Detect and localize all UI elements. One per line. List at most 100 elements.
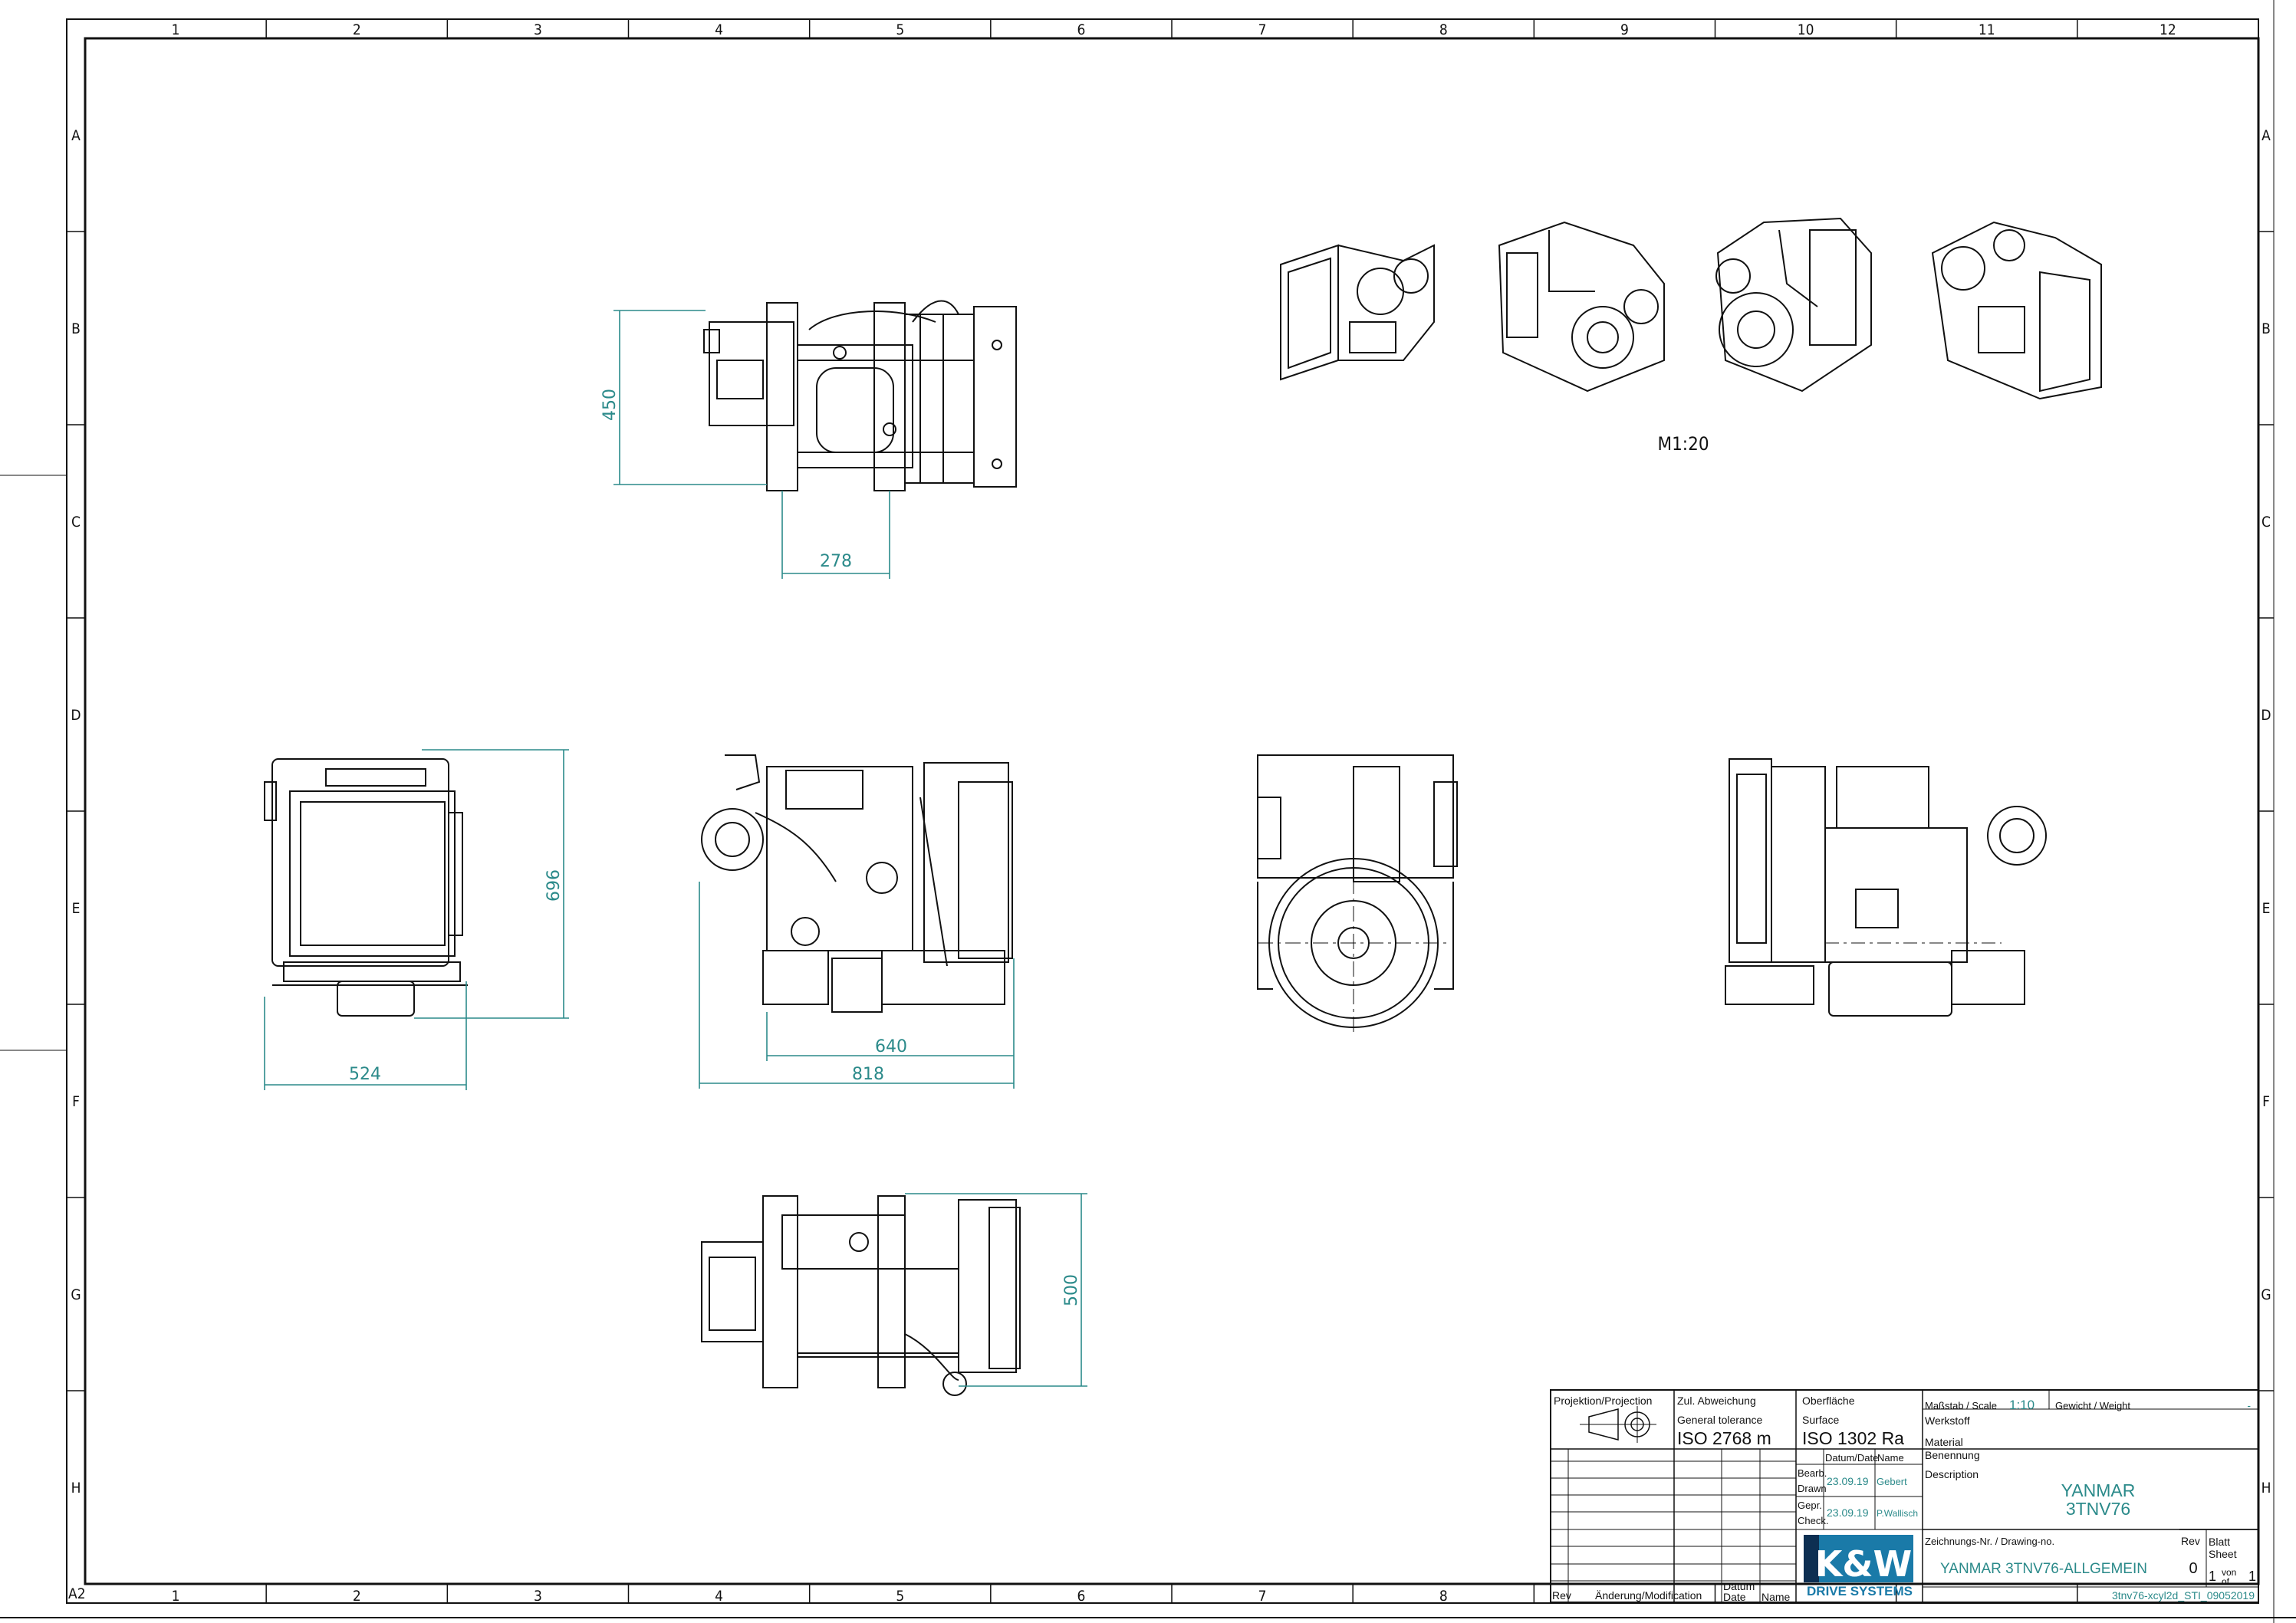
engine-front-view: [264, 758, 468, 1017]
modification-col-label: Änderung/Modification: [1595, 1589, 1702, 1602]
projection-symbol-icon: [1580, 1406, 1656, 1443]
column-label-bottom: 7: [1258, 1588, 1267, 1605]
column-label-top: 3: [534, 21, 542, 38]
row-label-left: E: [72, 900, 81, 917]
row-label-left: H: [71, 1480, 81, 1497]
row-label-right: A: [2261, 127, 2271, 144]
row-label-right: F: [2262, 1093, 2270, 1110]
column-label-top: 5: [896, 21, 904, 38]
column-label-bottom: 1: [172, 1588, 180, 1605]
drawn-label-en: Drawn: [1798, 1483, 1827, 1494]
row-label-right: C: [2261, 514, 2271, 531]
column-label-bottom: 5: [896, 1588, 904, 1605]
front-height-dim: 696: [544, 869, 564, 902]
sheet-total: 1: [2248, 1569, 2256, 1584]
projection-label: Projektion/Projection: [1554, 1395, 1652, 1407]
column-label-top: 12: [2159, 21, 2176, 38]
file-name: 3tnv76-xcyl2d_STI_09052019: [2112, 1589, 2255, 1602]
row-label-right: G: [2261, 1286, 2271, 1303]
isometric-view-3: [1715, 217, 1872, 393]
column-label-top: 2: [353, 21, 361, 38]
column-label-bottom: 3: [534, 1588, 542, 1605]
weight-value: -: [2247, 1399, 2251, 1411]
tolerance-label-en: General tolerance: [1677, 1414, 1763, 1426]
checked-label-en: Check.: [1798, 1515, 1828, 1526]
column-label-top: 4: [715, 21, 723, 38]
row-label-left: D: [71, 707, 81, 724]
checked-label-de: Gepr.: [1798, 1500, 1822, 1511]
front-width-dim: 524: [349, 1065, 381, 1084]
row-label-left: A: [71, 127, 81, 144]
weight-label: Gewicht / Weight: [2055, 1400, 2130, 1411]
column-label-bottom: 4: [715, 1588, 723, 1605]
side-overall-width-dim: 818: [852, 1065, 884, 1084]
description-line1: YANMAR: [2061, 1480, 2136, 1500]
column-label-bottom: 8: [1439, 1588, 1448, 1605]
engine-rear-view: [1257, 754, 1458, 1035]
column-label-top: 8: [1439, 21, 1448, 38]
row-label-left: F: [72, 1093, 80, 1110]
description-line2: 3TNV76: [2066, 1499, 2130, 1519]
zone-grid-ticks: [67, 19, 2274, 1603]
surface-label-de: Oberfläche: [1802, 1395, 1855, 1407]
checked-name: P.Wallisch: [1877, 1508, 1918, 1519]
sheet-label-en: Sheet: [2209, 1548, 2237, 1560]
kw-logo: K&W DRIVE SYSTEMS: [1804, 1535, 1913, 1598]
rev-label: Rev: [2181, 1535, 2200, 1547]
row-label-right: B: [2261, 320, 2271, 337]
description-label-en: Description: [1925, 1468, 1979, 1480]
row-labels-right: A B C D E F G H: [2261, 127, 2271, 1497]
drawing-number: YANMAR 3TNV76-ALLGEMEIN: [1940, 1561, 2147, 1577]
sheet-format-label: A2: [68, 1585, 86, 1602]
date-header: Datum/Date: [1825, 1452, 1878, 1464]
row-label-left: G: [71, 1286, 81, 1303]
top-width-dim: 278: [820, 552, 852, 571]
front-view-dimensions: 696 524: [264, 749, 569, 1090]
scale-value: 1:10: [2009, 1398, 2034, 1412]
drawn-label-de: Bearb.: [1798, 1467, 1827, 1479]
isometric-view-2: [1498, 221, 1665, 393]
kw-logo-subtitle: DRIVE SYSTEMS: [1807, 1584, 1913, 1598]
side-inner-width-dim: 640: [875, 1037, 907, 1056]
drawn-name: Gebert: [1877, 1476, 1907, 1487]
sheet-label-de: Blatt: [2209, 1536, 2230, 1548]
sheet-current: 1: [2209, 1569, 2216, 1584]
row-label-right: E: [2262, 900, 2271, 917]
tolerance-value: ISO 2768 m: [1677, 1428, 1771, 1448]
engine-side-view-right: [1725, 758, 2047, 1017]
row-label-left: B: [71, 320, 81, 337]
row-label-left: C: [71, 514, 81, 531]
engine-top-view: [703, 300, 1017, 491]
name-header: Name: [1877, 1452, 1904, 1464]
description-label-de: Benennung: [1925, 1449, 1980, 1461]
date-col-label-en: Date: [1723, 1591, 1746, 1603]
surface-label-en: Surface: [1802, 1414, 1839, 1426]
drawn-date: 23.09.19: [1827, 1475, 1869, 1487]
row-label-right: D: [2261, 707, 2271, 724]
scale-label: Maßstab / Scale: [1925, 1400, 1997, 1411]
top-height-dim: 450: [600, 389, 620, 421]
column-label-top: 6: [1077, 21, 1085, 38]
column-label-top: 11: [1979, 21, 1995, 38]
checked-date: 23.09.19: [1827, 1506, 1869, 1519]
outer-frame: [66, 18, 2259, 1604]
row-labels-left: A B C D E F G H: [71, 127, 81, 1497]
row-label-right: H: [2261, 1480, 2271, 1497]
rev-col-label: Rev: [1552, 1589, 1571, 1602]
column-label-bottom: 6: [1077, 1588, 1085, 1605]
kw-logo-text: K&W: [1815, 1543, 1913, 1585]
material-label-de: Werkstoff: [1925, 1414, 1970, 1427]
rev-value: 0: [2189, 1560, 2197, 1577]
column-label-top: 10: [1798, 21, 1814, 38]
column-labels-top: 1 2 3 4 5 6 7 8 9 10 11 12: [172, 21, 2176, 38]
isometric-view-1: [1280, 244, 1435, 381]
inner-frame: [84, 37, 2260, 1585]
column-label-top: 9: [1620, 21, 1629, 38]
engine-side-view-left: [701, 754, 1013, 1013]
drawing-no-label: Zeichnungs-Nr. / Drawing-no.: [1925, 1536, 2054, 1547]
engine-bottom-view: [701, 1195, 1021, 1396]
isometric-view-4: [1931, 221, 2102, 400]
title-block: Projektion/Projection Zul. Abweichung Ge…: [1550, 1389, 2259, 1603]
tolerance-label-de: Zul. Abweichung: [1677, 1395, 1756, 1407]
side-view-left-dimensions: 640 818: [699, 882, 1015, 1089]
